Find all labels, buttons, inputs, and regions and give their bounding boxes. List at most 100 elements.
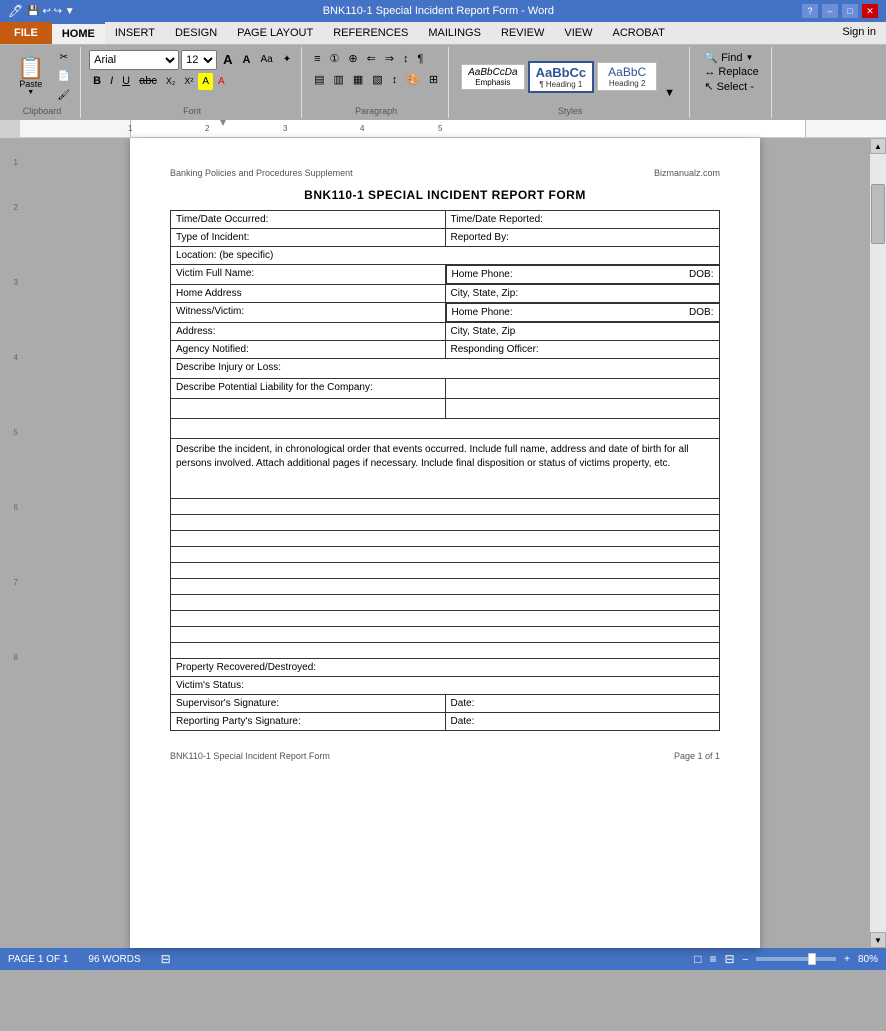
style-heading2[interactable]: AaBbC Heading 2: [597, 62, 657, 91]
show-marks-button[interactable]: ¶: [414, 49, 428, 68]
line-cell-8[interactable]: [171, 611, 720, 627]
tab-references[interactable]: REFERENCES: [323, 22, 418, 44]
font-size-select[interactable]: 12: [181, 50, 217, 70]
home-phone-dob-label: Home Phone:DOB:: [446, 265, 720, 284]
scroll-down-button[interactable]: ▼: [870, 932, 886, 948]
paste-button[interactable]: 📋 Paste ▼: [10, 54, 51, 99]
zoom-minus[interactable]: –: [743, 954, 749, 965]
cursor-icon: ↖: [704, 80, 713, 93]
paste-dropdown-icon[interactable]: ▼: [27, 89, 34, 96]
align-left-button[interactable]: ▤: [310, 70, 328, 89]
close-button[interactable]: ✕: [862, 4, 878, 18]
zoom-percent[interactable]: 80%: [858, 954, 878, 965]
tab-file[interactable]: FILE: [0, 22, 52, 44]
styles-more-button[interactable]: ▼: [660, 84, 679, 102]
extra-cell3[interactable]: [171, 419, 720, 439]
replace-button[interactable]: ↔ Replace: [704, 66, 758, 78]
superscript-button[interactable]: X²: [180, 73, 197, 89]
format-painter-button[interactable]: 🖌: [53, 87, 74, 104]
increase-indent-button[interactable]: ⇒: [381, 49, 398, 68]
line-cell-4[interactable]: [171, 547, 720, 563]
find-icon: 🔍: [704, 51, 718, 64]
read-mode-button[interactable]: ≡: [710, 952, 717, 966]
clipboard-secondary: ✂ 📄 🖌: [53, 49, 74, 104]
tab-design[interactable]: DESIGN: [165, 22, 227, 44]
scroll-up-button[interactable]: ▲: [870, 138, 886, 154]
clear-format-button[interactable]: ✦: [279, 51, 295, 68]
multilevel-button[interactable]: ⊕: [344, 49, 361, 68]
copy-button[interactable]: 📄: [53, 68, 74, 85]
line-cell-10[interactable]: [171, 643, 720, 659]
align-center-button[interactable]: ▥: [329, 70, 347, 89]
font-name-select[interactable]: Arial: [89, 50, 179, 70]
tab-review[interactable]: REVIEW: [491, 22, 554, 44]
table-row: Location: (be specific): [171, 247, 720, 265]
decrease-indent-button[interactable]: ⇐: [363, 49, 380, 68]
cut-button[interactable]: ✂: [53, 49, 74, 66]
tab-home[interactable]: HOME: [52, 22, 105, 44]
underline-button[interactable]: U: [118, 72, 134, 90]
scroll-thumb[interactable]: [871, 184, 885, 244]
zoom-plus[interactable]: +: [844, 954, 850, 965]
table-row: [171, 399, 720, 419]
minimize-button[interactable]: –: [822, 4, 838, 18]
tab-page-layout[interactable]: PAGE LAYOUT: [227, 22, 323, 44]
footer-right: Page 1 of 1: [674, 751, 720, 761]
line-spacing-button[interactable]: ↕: [388, 70, 402, 89]
line-cell-3[interactable]: [171, 531, 720, 547]
indent-marker[interactable]: [220, 120, 226, 126]
text-highlight-button[interactable]: A: [198, 73, 213, 90]
scroll-track[interactable]: [870, 154, 886, 932]
tab-insert[interactable]: INSERT: [105, 22, 165, 44]
style-heading1[interactable]: AaBbCc ¶ Heading 1: [528, 61, 595, 93]
narrative-cell[interactable]: Describe the incident, in chronological …: [171, 439, 720, 499]
restore-button[interactable]: □: [842, 4, 858, 18]
strikethrough-button[interactable]: abc: [135, 72, 161, 90]
table-row: [171, 547, 720, 563]
style-emphasis[interactable]: AaBbCcDa Emphasis: [461, 64, 524, 90]
subscript-button[interactable]: X₂: [162, 73, 180, 89]
font-color-button[interactable]: A: [214, 73, 229, 90]
numbering-button[interactable]: ①: [326, 49, 344, 68]
sign-in[interactable]: Sign in: [832, 22, 886, 44]
justify-button[interactable]: ▧: [368, 70, 386, 89]
left-ruler: 1 2 3 4 5 6 7 8: [0, 138, 20, 948]
table-row: Home Address City, State, Zip:: [171, 285, 720, 303]
paragraph-controls: ≡ ① ⊕ ⇐ ⇒ ↕ ¶ ▤ ▥ ▦ ▧ ↕ 🎨 ⊞: [310, 49, 442, 104]
help-button[interactable]: ?: [802, 4, 818, 18]
ruler: 1 2 3 4 5: [0, 120, 886, 138]
shading-button[interactable]: 🎨: [402, 70, 424, 89]
table-row: Address: City, State, Zip: [171, 323, 720, 341]
tab-mailings[interactable]: MAILINGS: [418, 22, 491, 44]
extra-cell2[interactable]: [445, 399, 720, 419]
extra-cell1[interactable]: [171, 399, 446, 419]
liability-value-cell[interactable]: [445, 379, 720, 399]
align-right-button[interactable]: ▦: [349, 70, 367, 89]
proofing-icon[interactable]: ⊟: [161, 952, 171, 966]
tab-view[interactable]: VIEW: [554, 22, 602, 44]
find-dropdown[interactable]: ▼: [745, 53, 753, 62]
bullets-button[interactable]: ≡: [310, 49, 324, 68]
find-button[interactable]: 🔍 Find ▼: [704, 51, 753, 64]
line-cell-9[interactable]: [171, 627, 720, 643]
sort-button[interactable]: ↕: [399, 49, 413, 68]
borders-button[interactable]: ⊞: [425, 70, 442, 89]
change-case-button[interactable]: Aa: [256, 51, 276, 68]
tab-acrobat[interactable]: ACROBAT: [602, 22, 674, 44]
line-cell-1[interactable]: [171, 499, 720, 515]
italic-button[interactable]: I: [106, 72, 117, 90]
line-cell-5[interactable]: [171, 563, 720, 579]
font-group: Arial 12 A A Aa ✦ B I U abc X₂ X² A A: [83, 47, 302, 118]
zoom-thumb[interactable]: [808, 953, 816, 965]
print-layout-button[interactable]: □: [694, 952, 701, 966]
web-layout-button[interactable]: ⊟: [725, 952, 735, 966]
zoom-slider[interactable]: [756, 957, 836, 961]
select-button[interactable]: ↖ Select -: [704, 80, 754, 93]
line-cell-2[interactable]: [171, 515, 720, 531]
document-page[interactable]: Banking Policies and Procedures Suppleme…: [130, 138, 760, 948]
bold-button[interactable]: B: [89, 72, 105, 90]
line-cell-7[interactable]: [171, 595, 720, 611]
line-cell-6[interactable]: [171, 579, 720, 595]
font-grow-button[interactable]: A: [219, 49, 236, 70]
font-shrink-button[interactable]: A: [239, 51, 255, 69]
